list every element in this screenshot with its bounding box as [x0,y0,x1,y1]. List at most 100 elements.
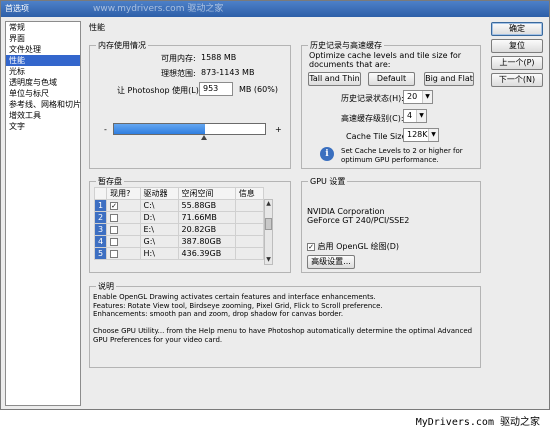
tall-and-thin-button[interactable]: Tall and Thin [308,72,361,86]
ideal-range-label: 理想范围: [161,69,196,78]
scratch-drive: H:\ [139,247,179,260]
history-states-label: 历史记录状态(H): [341,94,404,103]
preferences-dialog: 首选项 www.mydrivers.com 驱动之家 常规 界面 文件处理 性能 光标透… [0,0,550,410]
reset-button[interactable]: 复位 [491,39,543,53]
cache-levels-info: Set Cache Levels to 2 or higher for opti… [341,147,463,164]
scratch-column-header: 驱动器 [139,187,179,200]
scratch-row-number: 4 [93,235,108,248]
scratch-info [234,199,265,212]
enable-opengl-checkbox-row[interactable]: ✓ 启用 OpenGL 绘图(D) [307,241,399,252]
footer-watermark: MyDrivers.com 驱动之家 [415,417,540,428]
scratch-disks-scrollbar[interactable]: ▲ ▼ [264,199,273,265]
scratch-column-header: 信息 [234,187,265,200]
table-row[interactable]: 3 E:\ 20.82GB [93,223,265,236]
info-icon: i [320,147,334,161]
sidebar-item[interactable]: 界面 [6,33,80,44]
scratch-active-check[interactable] [110,237,119,246]
scratch-disks-table: 现用? 驱动器 空闲空间 信息 1 ✓ C:\ 55.88GB 2 D:\ 71.66MB 3 E:\… [93,187,265,260]
sidebar-item[interactable]: 文件处理 [6,44,80,55]
scratch-row-number: 2 [93,211,108,224]
description-text: Enable OpenGL Drawing activates certain … [93,293,473,344]
gpu-settings-title: GPU 设置 [308,176,348,187]
description-title: 说明 [96,281,116,292]
sidebar-item[interactable]: 性能 [6,55,80,66]
cache-levels-input[interactable]: 4 ▼ [403,109,427,123]
scratch-row-number: 1 [93,199,108,212]
scroll-down-icon[interactable]: ▼ [265,256,272,264]
memory-usage-input[interactable]: 953 [199,82,233,96]
let-photoshop-use-label: 让 Photoshop 使用(L): [117,86,202,95]
memory-usage-title: 内存使用情况 [96,40,148,51]
scroll-up-icon[interactable]: ▲ [265,200,272,208]
default-cache-button[interactable]: Default [368,72,415,86]
scrollbar-thumb[interactable] [265,218,272,230]
scratch-column-header: 现用? [106,187,141,200]
sidebar-item[interactable]: 增效工具 [6,110,80,121]
memory-slider-thumb[interactable] [201,135,207,140]
preferences-sidebar: 常规 界面 文件处理 性能 光标 透明度与色域 单位与标尺 参考线、网格和切片 增效工具 文字 [5,21,81,406]
enable-opengl-checkbox[interactable]: ✓ [307,242,315,251]
sidebar-item[interactable]: 文字 [6,121,80,132]
cache-tile-size-label: Cache Tile Size: [346,132,410,141]
scratch-info [234,223,265,236]
scratch-row-number: 3 [93,223,108,236]
scratch-row-number: 5 [93,247,108,260]
scratch-active-checkbox[interactable] [106,235,141,248]
history-states-dropdown-icon[interactable]: ▼ [422,91,432,103]
table-row[interactable]: 1 ✓ C:\ 55.88GB [93,199,265,212]
sidebar-item[interactable]: 透明度与色域 [6,77,80,88]
scratch-active-check[interactable] [110,213,119,222]
big-and-flat-button[interactable]: Big and Flat [424,72,474,86]
scratch-drive: G:\ [139,235,179,248]
scratch-drive: C:\ [139,199,179,212]
scratch-free-space: 387.80GB [177,235,236,248]
advanced-settings-button[interactable]: 高级设置... [307,255,355,269]
scratch-disks-header-row: 现用? 驱动器 空闲空间 信息 [93,187,265,200]
table-row[interactable]: 4 G:\ 387.80GB [93,235,265,248]
cache-tile-size-value: 128K [407,130,428,139]
chevron-down-icon[interactable]: ▼ [428,129,438,141]
slider-minus-label: - [104,125,107,134]
scratch-active-checkbox[interactable] [106,211,141,224]
cache-tile-size-select[interactable]: 128K ▼ [403,128,439,142]
previous-button[interactable]: 上一个(P) [491,56,543,70]
sidebar-item[interactable]: 单位与标尺 [6,88,80,99]
window-title: 首选项 [5,4,29,13]
scratch-active-checkbox[interactable]: ✓ [106,199,141,212]
title-bar: 首选项 www.mydrivers.com 驱动之家 [1,1,549,17]
history-cache-title: 历史记录与高速缓存 [308,40,384,51]
scratch-active-check[interactable]: ✓ [110,201,119,210]
scratch-free-space: 20.82GB [177,223,236,236]
scratch-active-check[interactable] [110,225,119,234]
cache-levels-dropdown-icon[interactable]: ▼ [416,110,426,122]
ok-button[interactable]: 确定 [491,22,543,36]
page-title: 性能 [89,23,105,32]
table-row[interactable]: 2 D:\ 71.66MB [93,211,265,224]
scratch-active-checkbox[interactable] [106,223,141,236]
sidebar-item[interactable]: 光标 [6,66,80,77]
scratch-free-space: 436.39GB [177,247,236,260]
scratch-disks-title: 暂存盘 [96,176,124,187]
scratch-free-space: 71.66MB [177,211,236,224]
titlebar-watermark: www.mydrivers.com 驱动之家 [93,4,224,14]
scratch-column-header: 空闲空间 [177,187,236,200]
scratch-info [234,247,265,260]
cache-levels-value: 4 [407,111,413,120]
scratch-column-header [93,187,108,200]
history-states-input[interactable]: 20 ▼ [403,90,433,104]
next-button[interactable]: 下一个(N) [491,73,543,87]
history-states-value: 20 [407,92,418,101]
sidebar-item[interactable]: 常规 [6,22,80,33]
cache-levels-label: 高速缓存级别(C): [341,114,404,123]
scratch-active-check[interactable] [110,249,119,258]
scratch-drive: D:\ [139,211,179,224]
enable-opengl-label: 启用 OpenGL 绘图(D) [317,242,400,251]
table-row[interactable]: 5 H:\ 436.39GB [93,247,265,260]
memory-usage-slider[interactable] [113,123,266,135]
scratch-free-space: 55.88GB [177,199,236,212]
scratch-info [234,235,265,248]
gpu-vendor: NVIDIA Corporation [307,207,385,216]
scratch-active-checkbox[interactable] [106,247,141,260]
available-memory-label: 可用内存: [161,54,196,63]
sidebar-item[interactable]: 参考线、网格和切片 [6,99,81,110]
